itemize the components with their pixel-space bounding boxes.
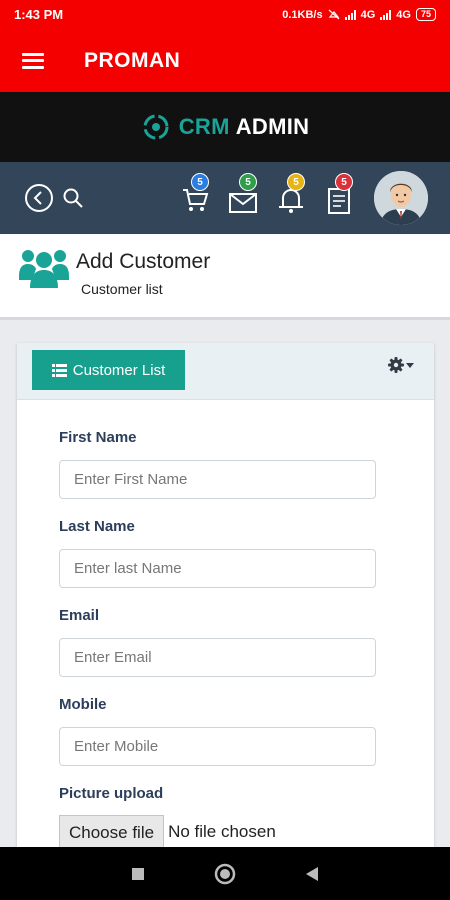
app-title: PROMAN [84,48,181,72]
mail-icon [229,193,257,213]
picture-upload-label: Picture upload [59,785,164,802]
file-status: No file chosen [168,822,276,841]
tasks-button[interactable]: 5 [322,173,356,215]
first-name-input[interactable] [59,460,376,499]
brand-admin: ADMIN [235,114,310,139]
last-name-label: Last Name [59,518,135,535]
last-name-input[interactable] [59,549,376,588]
bell-badge: 5 [287,173,305,191]
user-avatar[interactable] [374,171,428,225]
circle-icon [214,863,236,884]
cart-button[interactable]: 5 [178,173,212,215]
triangle-back-icon [305,866,318,881]
email-input[interactable] [59,638,376,677]
status-indicators: 0.1KB/s 4G 4G 75 [282,8,436,21]
list-icon [51,363,67,377]
recents-button[interactable] [123,859,153,889]
app-bar: PROMAN [0,29,450,92]
signal-icon [344,9,356,20]
signal-icon-2 [380,9,392,20]
brand-crm: CRM [178,114,230,139]
page-title: Add Customer [76,250,211,273]
email-label: Email [59,607,100,624]
mail-badge: 5 [239,173,257,191]
gear-icon [388,357,404,373]
cart-badge: 5 [191,173,209,191]
picture-upload-field: Choose file No file chosen [59,815,276,849]
network-speed: 0.1KB/s [282,8,323,21]
back-button[interactable] [24,183,54,213]
mobile-input[interactable] [59,727,376,766]
home-button[interactable] [210,859,240,889]
card-header: Customer List [17,343,434,400]
bell-button[interactable]: 5 [274,173,308,215]
first-name-label: First Name [59,429,137,446]
menu-icon[interactable] [22,52,44,69]
system-nav-bar [0,847,450,900]
crm-logo-icon [143,114,169,140]
search-icon [63,188,83,208]
network-type-1: 4G [360,8,376,21]
battery-icon: 75 [415,8,436,21]
mail-button[interactable]: 5 [226,173,260,215]
status-time: 1:43 PM [14,7,64,22]
page-header: Add Customer Customer list [0,234,450,320]
chevron-down-icon [406,362,414,368]
settings-dropdown[interactable] [388,357,414,373]
search-button[interactable] [62,187,84,209]
muted-icon [328,9,340,20]
network-type-2: 4G [396,8,411,21]
mobile-label: Mobile [59,696,107,713]
back-circle-icon [25,184,53,212]
users-group-icon [19,250,69,288]
customer-list-button[interactable]: Customer List [32,350,185,390]
status-bar: 1:43 PM 0.1KB/s 4G 4G 75 [0,0,450,29]
brand-logo: CRM ADMIN [179,114,310,140]
page-subtitle: Customer list [81,281,163,297]
back-nav-button[interactable] [297,859,327,889]
choose-file-button[interactable]: Choose file [59,815,165,849]
brand-bar: CRM ADMIN [0,92,450,162]
toolbar: 5 5 5 5 [0,162,450,234]
square-icon [132,867,145,880]
avatar-icon [374,171,428,225]
tasks-badge: 5 [335,173,353,191]
customer-list-label: Customer List [72,361,166,379]
customer-form-card: Customer List First Name Last Name Email [17,343,434,863]
